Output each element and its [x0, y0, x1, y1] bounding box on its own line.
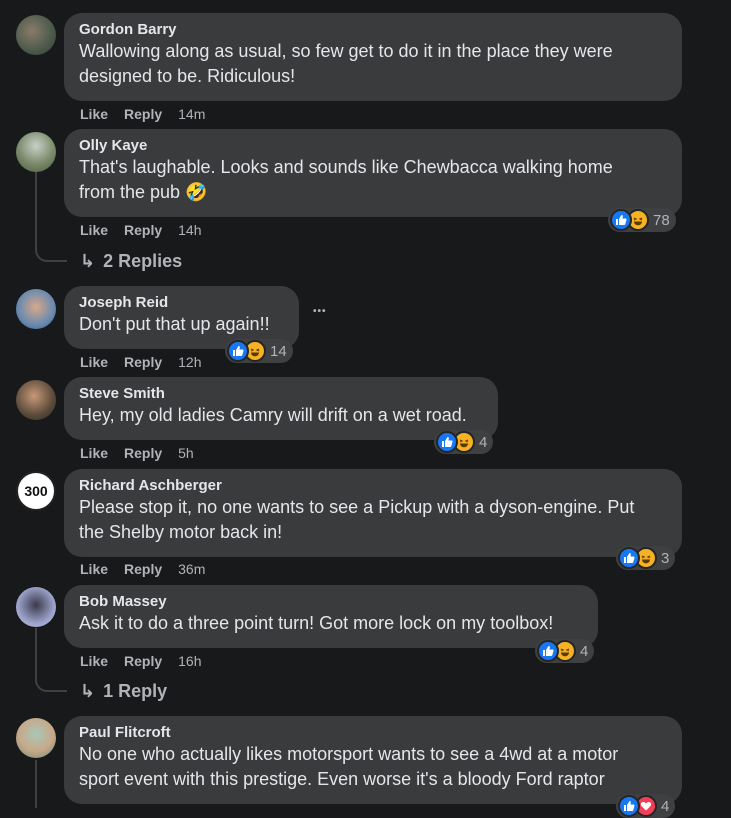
reaction-count: 4 — [580, 642, 589, 660]
thread-curve — [35, 238, 67, 262]
avatar-sign-text: 300 — [24, 483, 48, 499]
reaction-summary[interactable]: 4 — [535, 639, 595, 663]
reaction-summary[interactable]: 3 — [616, 546, 676, 570]
avatar[interactable] — [16, 587, 56, 627]
comment-text: the Shelby motor back in! — [79, 522, 283, 542]
comment-bubble: Richard Aschberger Please stop it, no on… — [64, 469, 682, 557]
reply-arrow-icon: ↳ — [80, 251, 96, 271]
avatar[interactable] — [16, 718, 56, 758]
comment-text: Wallowing along as usual, so few get to … — [79, 41, 613, 61]
comment-author[interactable]: Bob Massey — [79, 593, 582, 611]
reply-link[interactable]: Reply — [124, 221, 162, 239]
comment-text: Ask it to do a three point turn! Got mor… — [79, 613, 554, 633]
comment-bubble: Bob Massey Ask it to do a three point tu… — [64, 585, 598, 648]
timestamp[interactable]: 36m — [178, 560, 205, 578]
comment-text: sport event with this prestige. Even wor… — [79, 769, 605, 789]
reply-link[interactable]: Reply — [124, 560, 162, 578]
reaction-count: 14 — [270, 342, 287, 360]
comment-text: from the pub 🤣 — [79, 182, 208, 202]
comment-text: Please stop it, no one wants to see a Pi… — [79, 497, 635, 517]
comment-author[interactable]: Paul Flitcroft — [79, 724, 666, 742]
reaction-count: 78 — [653, 211, 670, 229]
comment-bubble: Paul Flitcroft No one who actually likes… — [64, 716, 682, 804]
like-link[interactable]: Like — [80, 652, 108, 670]
timestamp[interactable]: 14h — [178, 221, 201, 239]
reaction-count: 4 — [661, 797, 670, 815]
comment-text: No one who actually likes motorsport wan… — [79, 744, 619, 764]
like-link[interactable]: Like — [80, 353, 108, 371]
comment-actions: Like Reply 16h — [80, 652, 218, 670]
reply-arrow-icon: ↳ — [80, 681, 96, 701]
like-reaction-icon — [618, 795, 640, 817]
reaction-summary[interactable]: 14 — [225, 339, 293, 363]
comment-text: Don't put that up again!! — [79, 314, 270, 334]
comment-text: That's laughable. Looks and sounds like … — [79, 157, 613, 177]
like-link[interactable]: Like — [80, 560, 108, 578]
like-reaction-icon — [436, 431, 458, 453]
comment-actions: Like Reply 14h — [80, 221, 218, 239]
reaction-count: 3 — [661, 549, 670, 567]
timestamp[interactable]: 16h — [178, 652, 201, 670]
reaction-summary[interactable]: 78 — [608, 208, 676, 232]
timestamp[interactable]: 5h — [178, 444, 194, 462]
comment-actions: Like Reply 12h — [80, 353, 218, 371]
comment-author[interactable]: Richard Aschberger — [79, 477, 666, 495]
comment-text: Hey, my old ladies Camry will drift on a… — [79, 405, 467, 425]
replies-count: 2 Replies — [103, 251, 183, 271]
view-replies-link[interactable]: ↳ 2 Replies — [80, 250, 182, 272]
comment-author[interactable]: Joseph Reid — [79, 294, 283, 312]
thread-curve — [35, 668, 67, 692]
like-reaction-icon — [227, 340, 249, 362]
thread-line — [35, 760, 37, 808]
avatar[interactable] — [16, 380, 56, 420]
avatar[interactable]: 300 — [16, 471, 56, 511]
view-replies-link[interactable]: ↳ 1 Reply — [80, 680, 167, 702]
reply-link[interactable]: Reply — [124, 105, 162, 123]
reply-link[interactable]: Reply — [124, 652, 162, 670]
comment-bubble: Steve Smith Hey, my old ladies Camry wil… — [64, 377, 498, 440]
like-link[interactable]: Like — [80, 105, 108, 123]
more-options-button[interactable]: ••• — [313, 306, 327, 317]
reaction-summary[interactable]: 4 — [434, 430, 494, 454]
comment-actions: Like Reply 5h — [80, 444, 210, 462]
timestamp[interactable]: 12h — [178, 353, 201, 371]
like-link[interactable]: Like — [80, 221, 108, 239]
reply-link[interactable]: Reply — [124, 444, 162, 462]
comment-author[interactable]: Steve Smith — [79, 385, 482, 403]
timestamp[interactable]: 14m — [178, 105, 205, 123]
replies-count: 1 Reply — [103, 681, 168, 701]
thread-line — [35, 172, 37, 248]
comment-bubble: Gordon Barry Wallowing along as usual, s… — [64, 13, 682, 101]
like-reaction-icon — [537, 640, 559, 662]
like-reaction-icon — [610, 209, 632, 231]
comment-actions: Like Reply 14m — [80, 105, 221, 123]
avatar[interactable] — [16, 289, 56, 329]
avatar[interactable] — [16, 15, 56, 55]
reply-link[interactable]: Reply — [124, 353, 162, 371]
avatar[interactable] — [16, 132, 56, 172]
like-link[interactable]: Like — [80, 444, 108, 462]
comment-author[interactable]: Olly Kaye — [79, 137, 666, 155]
comment-bubble: Olly Kaye That's laughable. Looks and so… — [64, 129, 682, 217]
comment-actions: Like Reply 36m — [80, 560, 221, 578]
comment-text: designed to be. Ridiculous! — [79, 66, 296, 86]
comment-author[interactable]: Gordon Barry — [79, 21, 666, 39]
reaction-count: 4 — [479, 433, 488, 451]
reaction-summary[interactable]: 4 — [616, 794, 676, 818]
like-reaction-icon — [618, 547, 640, 569]
